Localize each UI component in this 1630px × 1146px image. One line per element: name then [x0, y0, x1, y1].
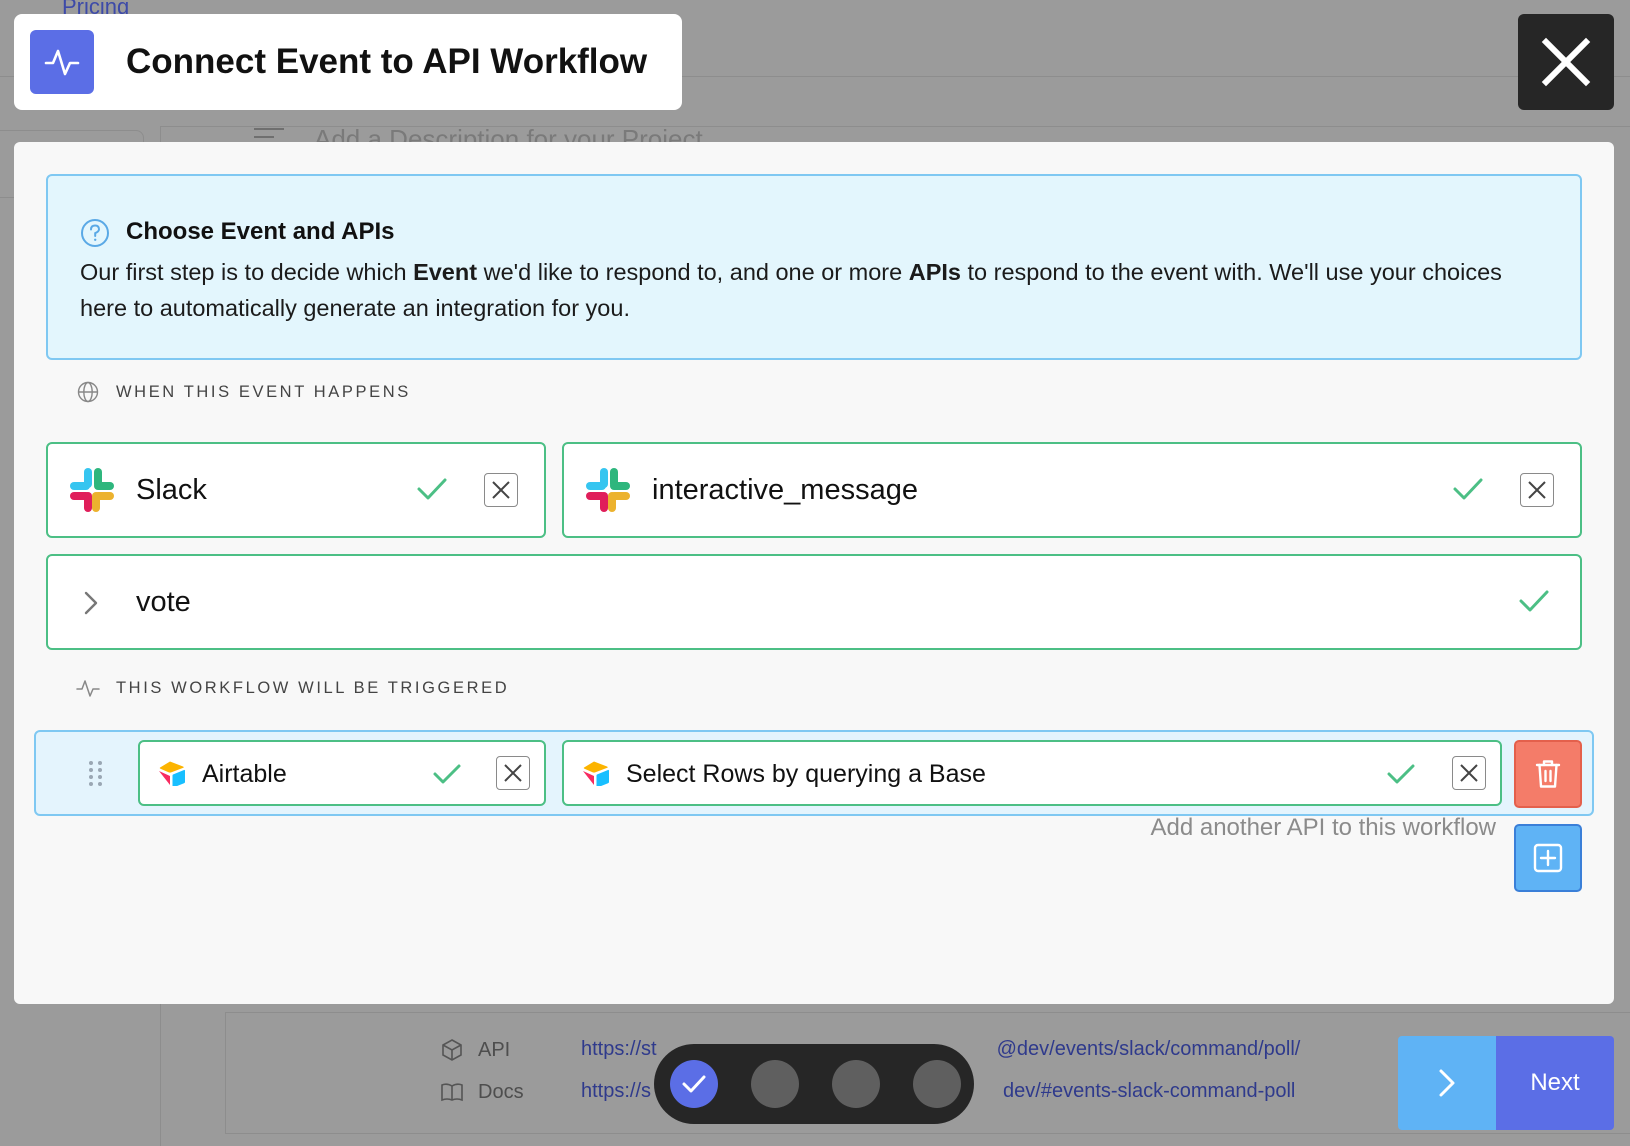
modal-title: Connect Event to API Workflow	[126, 42, 648, 81]
close-icon	[504, 764, 522, 782]
info-body: Our first step is to decide which Event …	[80, 259, 1502, 321]
chevron-right-icon	[82, 590, 100, 621]
close-button[interactable]	[1518, 14, 1614, 110]
close-icon	[1541, 37, 1591, 87]
check-icon	[1452, 476, 1484, 507]
activity-icon	[76, 676, 100, 700]
sub-event-value: vote	[136, 586, 191, 618]
sub-event-select[interactable]: vote	[46, 554, 1582, 650]
next-button[interactable]: Next	[1398, 1036, 1614, 1130]
globe-icon	[76, 380, 100, 404]
slack-logo-icon	[68, 466, 116, 519]
modal-title-bar: Connect Event to API Workflow	[14, 14, 682, 110]
airtable-logo-icon	[158, 760, 186, 791]
check-icon	[1518, 588, 1550, 619]
clear-api-app-button[interactable]	[496, 756, 530, 790]
info-callout: Choose Event and APIs Our first step is …	[46, 174, 1582, 360]
trash-icon	[1535, 760, 1561, 788]
check-icon	[1386, 762, 1416, 791]
add-api-button[interactable]	[1514, 824, 1582, 892]
check-icon	[682, 1075, 706, 1093]
workflow-section-label: THIS WORKFLOW WILL BE TRIGGERED	[76, 676, 509, 700]
book-icon	[441, 1083, 463, 1102]
workflow-modal: Choose Event and APIs Our first step is …	[14, 142, 1614, 1004]
api-action-select[interactable]: Select Rows by querying a Base	[562, 740, 1502, 806]
api-app-value: Airtable	[202, 760, 287, 788]
check-icon	[416, 476, 448, 507]
chevron-right-icon	[1398, 1036, 1496, 1130]
help-icon	[80, 218, 110, 253]
delete-step-button[interactable]	[1514, 740, 1582, 808]
close-icon	[492, 481, 510, 499]
add-api-label: Add another API to this workflow	[1150, 814, 1496, 841]
slack-logo-icon	[584, 466, 632, 519]
drag-handle-icon[interactable]	[88, 760, 104, 791]
api-label: API	[478, 1038, 511, 1061]
step-3-dot[interactable]	[832, 1060, 880, 1108]
next-button-label: Next	[1496, 1036, 1614, 1130]
event-app-select[interactable]: Slack	[46, 442, 546, 538]
clear-event-type-button[interactable]	[1520, 473, 1554, 507]
step-indicator	[654, 1044, 974, 1124]
docs-row: Docs	[440, 1080, 524, 1104]
event-type-value: interactive_message	[652, 474, 918, 506]
plus-square-icon	[1533, 843, 1563, 873]
step-2-dot[interactable]	[751, 1060, 799, 1108]
clear-event-app-button[interactable]	[484, 473, 518, 507]
clear-api-action-button[interactable]	[1452, 756, 1486, 790]
api-action-value: Select Rows by querying a Base	[626, 760, 986, 788]
step-1-dot[interactable]	[670, 1060, 718, 1108]
check-icon	[432, 762, 462, 791]
api-app-select[interactable]: Airtable	[138, 740, 546, 806]
api-row: API	[440, 1038, 510, 1062]
step-4-dot[interactable]	[913, 1060, 961, 1108]
event-section-label: WHEN THIS EVENT HAPPENS	[76, 380, 411, 404]
docs-label: Docs	[478, 1080, 524, 1103]
close-icon	[1460, 764, 1478, 782]
event-type-select[interactable]: interactive_message	[562, 442, 1582, 538]
cube-icon	[442, 1039, 462, 1061]
activity-icon	[30, 30, 94, 94]
close-icon	[1528, 481, 1546, 499]
event-app-value: Slack	[136, 474, 207, 506]
info-title: Choose Event and APIs	[126, 218, 395, 245]
airtable-logo-icon	[582, 760, 610, 791]
